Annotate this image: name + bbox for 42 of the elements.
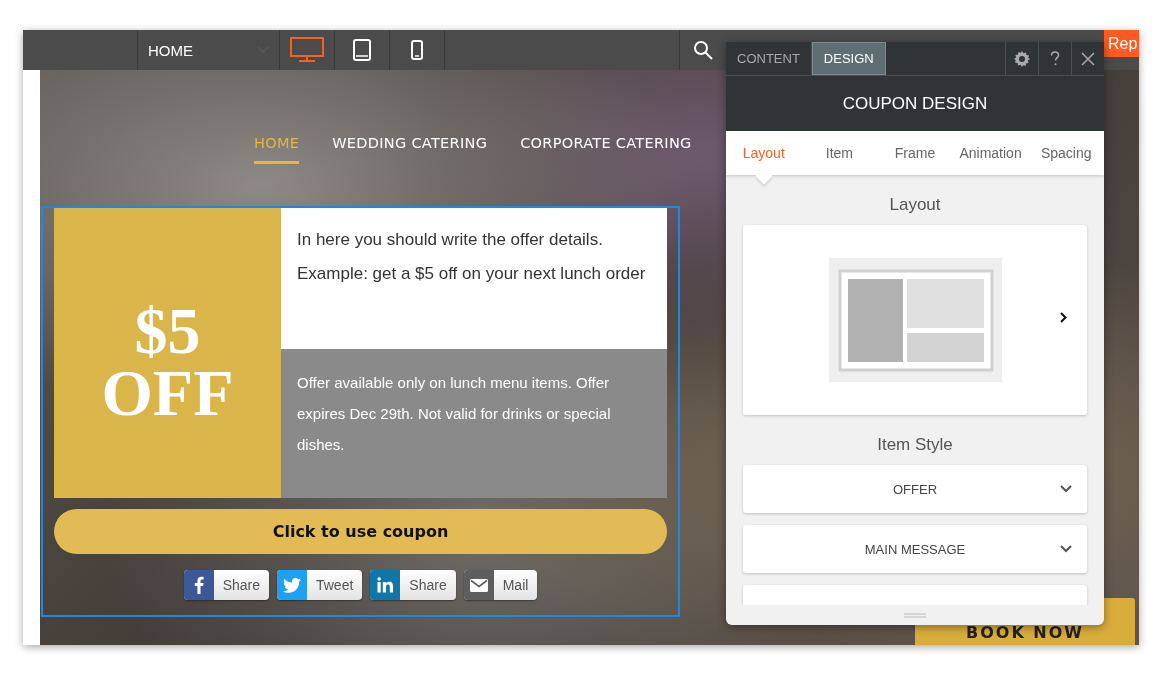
panel-subtab[interactable]: Layout (726, 131, 802, 175)
offer-detail-text: In here you should write the offer details. (297, 230, 604, 250)
search-icon (692, 40, 713, 60)
coupon-amount: $5 (134, 300, 201, 362)
offer-terms: Offer available only on lunch menu items. Offer expires Dec 29th. Not valid for drinks or special dishes. (281, 349, 667, 498)
panel-subtab[interactable]: Item (801, 131, 878, 175)
resize-handle-icon[interactable] (904, 612, 926, 618)
offer-detail-text: Example: get a $5 off on your next lunch order (297, 264, 647, 284)
question-mark-icon (1050, 51, 1060, 66)
action-button[interactable]: Rep (1104, 30, 1139, 57)
style-dropdown[interactable]: MAIN MESSAGE (743, 525, 1087, 573)
layout-thumbnail[interactable] (828, 258, 1002, 382)
section-heading: Item Style (876, 435, 954, 455)
panel-tab[interactable]: CONTENT (726, 42, 812, 75)
monitor-icon (290, 37, 324, 63)
panel-subtab[interactable]: Animation (952, 131, 1029, 175)
close-icon (1081, 51, 1095, 66)
share-button[interactable]: Share (183, 570, 269, 600)
nav-link[interactable]: WEDDING CATERING (332, 132, 488, 164)
chevron-down-icon (1060, 485, 1072, 493)
envelope-icon (469, 578, 488, 592)
linkedin-icon (377, 577, 394, 593)
chevron-right-icon (1060, 312, 1067, 323)
panel-title: COUPON DESIGN (726, 76, 1104, 131)
share-button[interactable]: Share (370, 570, 456, 600)
panel-subtab[interactable]: Spacing (1028, 131, 1104, 175)
share-button[interactable]: Mail (463, 570, 538, 600)
phone-icon (411, 40, 423, 60)
share-button[interactable]: Tweet (277, 570, 363, 600)
coupon-suffix: OFF (101, 362, 234, 424)
use-coupon-button[interactable]: Click to use coupon (54, 509, 667, 554)
style-dropdown[interactable]: OFFER (743, 465, 1087, 513)
tablet-icon (353, 39, 371, 61)
panel-tab[interactable]: DESIGN (811, 42, 886, 75)
facebook-icon (193, 576, 204, 594)
section-heading: Layout (888, 195, 942, 215)
page-select[interactable]: HOME (137, 30, 280, 70)
chevron-down-icon (1060, 545, 1072, 553)
settings-icon (1014, 50, 1030, 67)
nav-link[interactable]: CORPORATE CATERING (520, 132, 692, 164)
panel-subtab[interactable]: Frame (877, 131, 953, 175)
bird-icon (283, 577, 301, 593)
